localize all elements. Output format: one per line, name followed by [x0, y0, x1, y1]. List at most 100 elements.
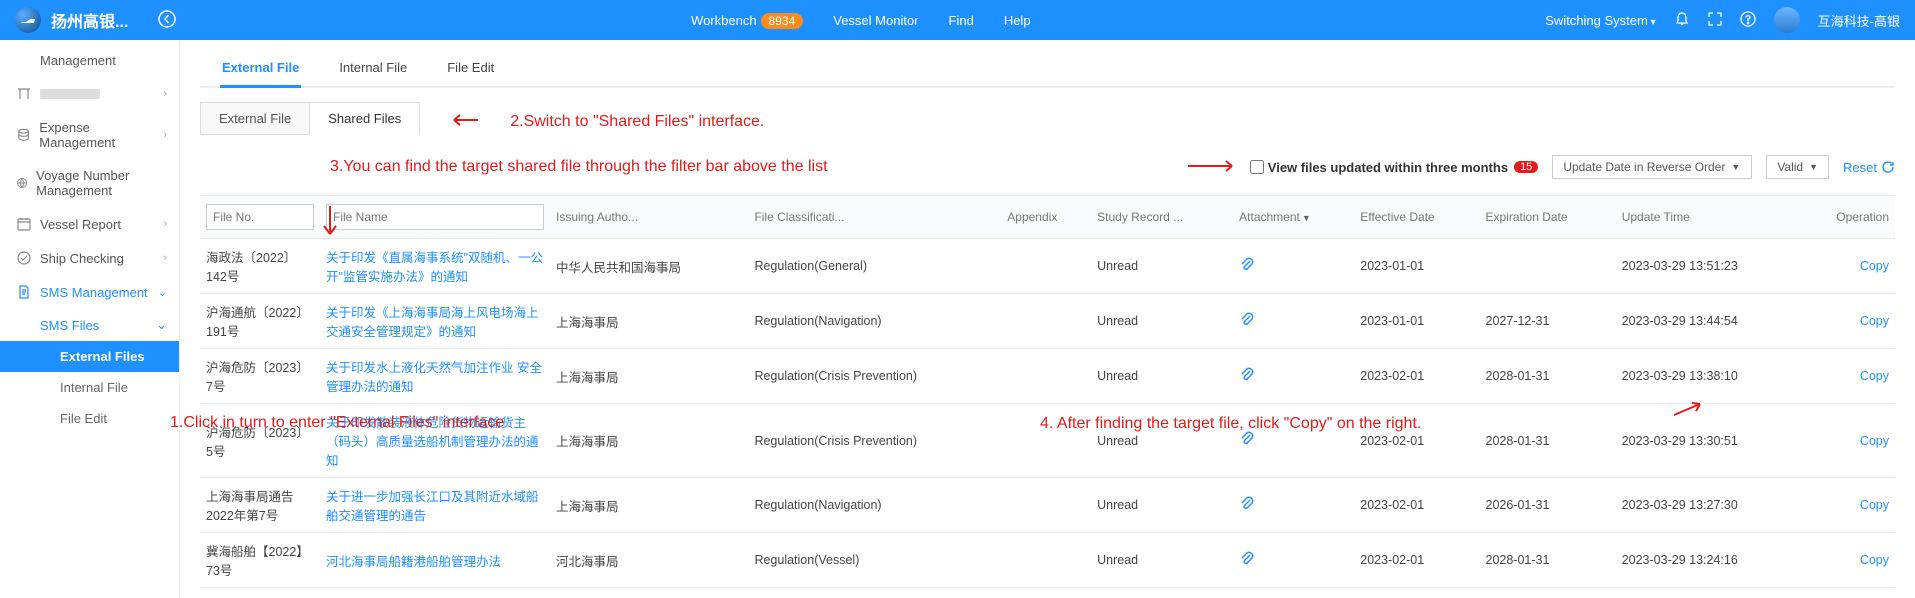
- sidebar-item-blurred[interactable]: ›: [0, 77, 179, 111]
- cell-study: Unread: [1091, 478, 1233, 533]
- col-effective: Effective Date: [1354, 196, 1479, 239]
- filter-bar: 3.You can find the target shared file th…: [200, 155, 1895, 185]
- file-name-link[interactable]: 关于印发水上液化天然气加注作业 安全管理办法的通知: [326, 361, 542, 394]
- cell-appendix: [1001, 533, 1091, 588]
- copy-button[interactable]: Copy: [1860, 498, 1889, 512]
- cell-file-no: 上海海事局通告2022年第7号: [200, 478, 320, 533]
- col-issuing: Issuing Autho...: [550, 196, 748, 239]
- database-icon: [16, 127, 31, 143]
- cell-auth: 中华人民共和国海事局: [550, 239, 748, 294]
- cell-classification: Regulation(Crisis Prevention): [748, 349, 1001, 404]
- sidebar-item-voyage[interactable]: Voyage Number Management: [0, 159, 179, 207]
- nav-help[interactable]: Help: [1004, 13, 1031, 28]
- subtab-external-file[interactable]: External File: [200, 102, 309, 135]
- table-row: 冀海船舶【2022】73号河北海事局船籍港船舶管理办法河北海事局Regulati…: [200, 533, 1895, 588]
- file-name-link[interactable]: 关于印发《直属海事系统"双随机、一公开"监管实施办法》的通知: [326, 251, 543, 284]
- cell-expiration: 2027-12-31: [1480, 294, 1616, 349]
- cell-auth: 上海海事局: [550, 294, 748, 349]
- attachment-icon[interactable]: [1239, 498, 1255, 515]
- workbench-badge: 8934: [761, 13, 804, 29]
- view-three-months-checkbox[interactable]: View files updated within three months 1…: [1250, 160, 1539, 175]
- col-attachment[interactable]: Attachment▼: [1233, 196, 1354, 239]
- check-circle-icon: [16, 250, 32, 266]
- copy-button[interactable]: Copy: [1860, 259, 1889, 273]
- cell-classification: Regulation(Vessel): [748, 533, 1001, 588]
- attachment-icon[interactable]: [1239, 553, 1255, 570]
- user-avatar-icon[interactable]: [1774, 7, 1800, 33]
- col-operation: Operation: [1801, 196, 1895, 239]
- sidebar-item-sms[interactable]: SMS Management⌄: [0, 275, 179, 309]
- cell-update: 2023-03-29 13:30:51: [1616, 404, 1802, 478]
- cell-update: 2023-03-29 13:51:23: [1616, 239, 1802, 294]
- header-right: Switching System 互海科技-高银: [1545, 7, 1900, 33]
- sidebar-sub-file-edit[interactable]: File Edit: [0, 403, 179, 434]
- cell-file-no: 沪海危防〔2023〕7号: [200, 349, 320, 404]
- filter-file-name-input[interactable]: [326, 204, 544, 230]
- cell-study: Unread: [1091, 533, 1233, 588]
- file-name-link[interactable]: 关于印发《上海海事局海上风电场海上交通安全管理规定》的通知: [326, 306, 539, 339]
- three-months-input[interactable]: [1250, 160, 1264, 174]
- subtab-shared-files[interactable]: Shared Files: [309, 102, 420, 135]
- arrow-note3-icon: [1186, 159, 1236, 176]
- cell-effective: 2023-02-01: [1354, 349, 1479, 404]
- nav-vessel-monitor[interactable]: Vessel Monitor: [833, 13, 918, 28]
- file-name-link[interactable]: 关于进一步加强长江口及其附近水域船舶交通管理的通告: [326, 490, 539, 523]
- arrow-down-icon: [320, 204, 340, 241]
- sidebar-item-ship-checking[interactable]: Ship Checking›: [0, 241, 179, 275]
- file-name-link[interactable]: 河北海事局船籍港船舶管理办法: [326, 555, 501, 569]
- copy-button[interactable]: Copy: [1860, 314, 1889, 328]
- cell-auth: 上海海事局: [550, 404, 748, 478]
- bell-icon[interactable]: [1674, 11, 1690, 30]
- cell-study: Unread: [1091, 349, 1233, 404]
- copy-button[interactable]: Copy: [1860, 369, 1889, 383]
- cell-effective: 2023-02-01: [1354, 533, 1479, 588]
- valid-select[interactable]: Valid▼: [1766, 155, 1829, 179]
- tab-file-edit[interactable]: File Edit: [445, 50, 496, 86]
- tool-icon: [16, 86, 32, 102]
- cell-file-no: 沪海通航〔2022〕191号: [200, 294, 320, 349]
- attachment-icon[interactable]: [1239, 259, 1255, 276]
- table-row: 海政法〔2022〕142号关于印发《直属海事系统"双随机、一公开"监管实施办法》…: [200, 239, 1895, 294]
- globe-icon: [16, 175, 28, 191]
- attachment-icon[interactable]: [1239, 369, 1255, 386]
- reset-button[interactable]: Reset: [1843, 160, 1895, 175]
- cell-update: 2023-03-29 13:38:10: [1616, 349, 1802, 404]
- annotation-note-1: 1.Click in turn to enter "External Files…: [170, 414, 504, 432]
- sidebar-item-management-top[interactable]: Management: [0, 44, 179, 77]
- nav-workbench[interactable]: Workbench8934: [691, 13, 803, 28]
- cell-classification: Regulation(General): [748, 239, 1001, 294]
- collapse-sidebar-button[interactable]: [158, 10, 176, 31]
- sidebar-item-expense[interactable]: Expense Management›: [0, 111, 179, 159]
- attachment-icon[interactable]: [1239, 433, 1255, 450]
- nav-find[interactable]: Find: [949, 13, 974, 28]
- cell-effective: 2023-01-01: [1354, 239, 1479, 294]
- cell-auth: 河北海事局: [550, 533, 748, 588]
- help-icon[interactable]: [1740, 11, 1756, 30]
- cell-appendix: [1001, 478, 1091, 533]
- cell-appendix: [1001, 349, 1091, 404]
- col-update: Update Time: [1616, 196, 1802, 239]
- arrow-note2-icon: [450, 112, 480, 131]
- fullscreen-icon[interactable]: [1708, 12, 1722, 29]
- sort-order-select[interactable]: Update Date in Reverse Order▼: [1552, 155, 1752, 179]
- cell-study: Unread: [1091, 294, 1233, 349]
- three-months-badge: 15: [1514, 161, 1538, 173]
- tab-internal-file[interactable]: Internal File: [337, 50, 409, 86]
- cell-effective: 2023-01-01: [1354, 294, 1479, 349]
- sidebar-sub-sms-files[interactable]: SMS Files⌄: [0, 309, 179, 341]
- copy-button[interactable]: Copy: [1860, 553, 1889, 567]
- app-logo-icon: [15, 7, 41, 33]
- cell-expiration: [1480, 239, 1616, 294]
- sidebar-sub-internal-file[interactable]: Internal File: [0, 372, 179, 403]
- attachment-icon[interactable]: [1239, 314, 1255, 331]
- sidebar-item-vessel-report[interactable]: Vessel Report›: [0, 207, 179, 241]
- sidebar-sub-external-files[interactable]: External Files: [0, 341, 179, 372]
- switching-system-dropdown[interactable]: Switching System: [1545, 13, 1655, 28]
- user-name[interactable]: 互海科技-高银: [1818, 11, 1900, 30]
- filter-file-no-input[interactable]: [206, 204, 314, 230]
- top-header: 扬州高银... Workbench8934 Vessel Monitor Fin…: [0, 0, 1915, 40]
- tab-external-file[interactable]: External File: [220, 50, 301, 88]
- cell-classification: Regulation(Navigation): [748, 478, 1001, 533]
- cell-appendix: [1001, 239, 1091, 294]
- copy-button[interactable]: Copy: [1860, 434, 1889, 448]
